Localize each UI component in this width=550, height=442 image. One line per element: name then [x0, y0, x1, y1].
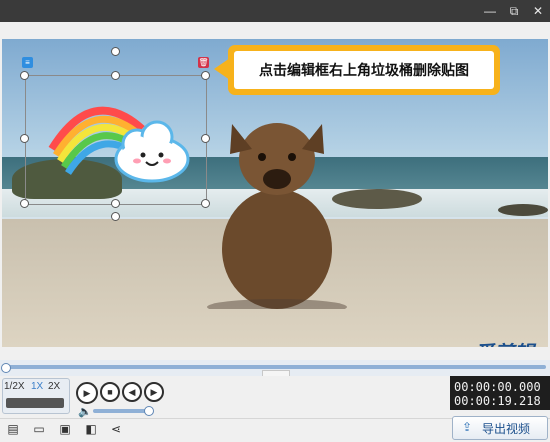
close-icon[interactable]: ✕ — [530, 3, 546, 19]
current-time: 00:00:00.000 — [454, 380, 541, 394]
rotate-handle[interactable] — [111, 47, 120, 56]
hint-text: 点击编辑框右上角垃圾桶删除贴图 — [259, 62, 469, 78]
hint-arrow-icon — [214, 58, 230, 80]
resize-handle[interactable] — [111, 71, 120, 80]
volume-icon[interactable]: 🔈 — [78, 405, 92, 418]
resize-handle[interactable] — [201, 134, 210, 143]
open-folder-icon[interactable]: ▭ — [32, 422, 46, 436]
progress-track[interactable] — [4, 365, 546, 369]
jog-scrubber[interactable] — [6, 398, 64, 408]
move-handle[interactable] — [111, 212, 120, 221]
speed-1x[interactable]: 1X — [31, 381, 43, 392]
minimize-icon[interactable]: — — [482, 3, 498, 19]
next-frame-button[interactable]: ▶ — [144, 382, 164, 402]
total-time: 00:00:19.218 — [454, 394, 541, 408]
new-file-icon[interactable]: ▤ — [6, 422, 20, 436]
progress-knob[interactable] — [1, 363, 11, 373]
resize-handle[interactable] — [201, 71, 210, 80]
export-icon: ⇪ — [462, 420, 473, 434]
resize-handle[interactable] — [111, 199, 120, 208]
volume-knob[interactable] — [144, 406, 154, 416]
volume-track[interactable] — [93, 409, 149, 413]
prev-frame-button[interactable]: ◀ — [122, 382, 142, 402]
scene-rock — [498, 204, 548, 216]
resize-handle[interactable] — [20, 199, 29, 208]
restore-icon[interactable]: ⧉ — [506, 3, 522, 19]
resize-handle[interactable] — [20, 71, 29, 80]
sticker-edit-box[interactable] — [25, 75, 207, 205]
list-icon[interactable]: ≡ — [22, 57, 33, 68]
dog-image — [207, 123, 347, 309]
save-icon[interactable]: ▣ — [58, 422, 72, 436]
export-video-label: 导出视频 — [482, 422, 531, 436]
save-as-icon[interactable]: ◧ — [84, 422, 98, 436]
resize-handle[interactable] — [20, 134, 29, 143]
trash-icon[interactable]: 🗑 — [198, 57, 209, 68]
resize-handle[interactable] — [201, 199, 210, 208]
speed-half[interactable]: 1/2X — [4, 381, 25, 392]
play-button[interactable]: ▶ — [76, 382, 98, 404]
stop-button[interactable]: ■ — [100, 382, 120, 402]
share-icon[interactable]: ⋖ — [109, 422, 123, 436]
speed-2x[interactable]: 2X — [48, 381, 60, 392]
watermark-logo: 爱剪辑 — [474, 337, 544, 347]
window-titlebar — [0, 0, 550, 22]
